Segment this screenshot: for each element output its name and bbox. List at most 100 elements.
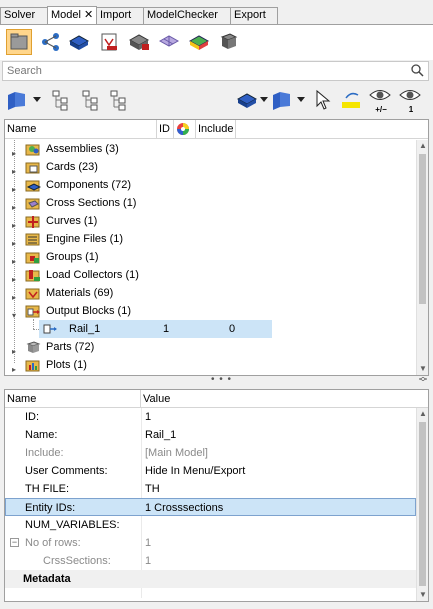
display-mode-icon[interactable] [6,89,28,111]
metadata-section[interactable]: Metadata [5,570,416,588]
chevron-down-icon[interactable] [33,94,43,104]
close-icon[interactable]: ✕ [84,9,93,21]
tree-item-plots[interactable]: ▸ Plots (1) [5,356,415,374]
scroll-thumb[interactable] [419,154,426,304]
tree-item-label: Plots (1) [46,359,87,371]
tree-item-rail-1[interactable]: Rail_1 1 0 [39,320,272,338]
engine-files-icon [25,231,41,247]
search-box [2,61,429,81]
panel-splitter[interactable]: • • • ︿ ﹀ [4,373,429,388]
tree-item-id: 1 [163,323,170,335]
property-crss-sections[interactable]: CrssSections: 1 [5,552,416,570]
chevron-down-icon[interactable] [297,94,307,104]
tree-item-parts[interactable]: ▸ Parts (72) [5,338,415,356]
column-header-value[interactable]: Value [141,390,416,408]
collapse-arrow-icon[interactable]: ▾ [12,307,16,325]
tree-item-label: Cards (23) [46,161,98,173]
property-no-of-rows[interactable]: − No of rows: 1 [5,534,416,552]
collapse-group-icon[interactable]: − [10,538,19,547]
property-value[interactable]: Rail_1 [145,426,176,444]
tree-item-cross-sections[interactable]: ▸ Cross Sections (1) [5,194,415,212]
tree-item-label: Assemblies (3) [46,143,119,155]
tree-item-label: Curves (1) [46,215,98,227]
property-name: Name: [25,429,58,441]
properties-scrollbar[interactable]: ▲ ▼ [416,408,428,601]
component-view-icon[interactable] [68,31,90,53]
scroll-up-icon[interactable]: ▲ [417,140,429,152]
column-header-include[interactable]: Include [196,120,236,139]
display-style-icon[interactable] [271,89,293,111]
tab-bar: Solver Model ✕ Import ModelChecker Export [0,0,433,25]
search-icon[interactable] [411,64,424,80]
tree-scrollbar[interactable]: ▲ ▼ [416,140,428,375]
include-view-icon[interactable] [188,31,210,53]
tab-label: Model [51,9,81,21]
folder-view-icon[interactable] [6,29,32,55]
tab-model[interactable]: Model ✕ [47,6,97,25]
cursor-select-icon[interactable] [313,89,335,111]
tree-item-components[interactable]: ▸ Components (72) [5,176,415,194]
groups-icon [25,249,41,265]
property-value[interactable]: 1 [145,534,151,552]
tree-item-assemblies[interactable]: ▸ Assemblies (3) [5,140,415,158]
tree-item-load-collectors[interactable]: ▸ Load Collectors (1) [5,266,415,284]
output-block-icon [42,321,58,337]
tree-item-label: Components (72) [46,179,131,191]
property-name: NUM_VARIABLES: [25,519,120,531]
column-header-id[interactable]: ID [157,120,174,139]
tab-modelchecker[interactable]: ModelChecker [143,7,231,24]
search-input[interactable] [3,62,403,80]
column-header-name[interactable]: Name [5,390,141,408]
scroll-thumb[interactable] [419,422,426,586]
tree-item-engine-files[interactable]: ▸ Engine Files (1) [5,230,415,248]
highlight-icon[interactable] [340,89,362,111]
property-value[interactable]: [Main Model] [145,444,208,462]
property-value[interactable]: 1 [145,552,151,570]
property-value[interactable]: 1 [145,408,151,426]
tab-import[interactable]: Import [96,7,144,24]
property-user-comments[interactable]: User Comments: Hide In Menu/Export [5,462,416,480]
collapse-panel-icon[interactable]: ︿ ﹀ [419,373,427,387]
assemblies-icon [25,141,41,157]
property-name: TH FILE: [25,483,70,495]
mesh-view-icon[interactable] [158,31,180,53]
show-component-icon[interactable] [236,89,258,111]
scroll-up-icon[interactable]: ▲ [417,408,429,420]
property-name: Entity IDs: [25,502,76,514]
tree-item-groups[interactable]: ▸ Groups (1) [5,248,415,266]
assembly-view-icon[interactable] [218,31,240,53]
column-header-color[interactable] [174,120,196,139]
property-id[interactable]: ID: 1 [5,408,416,426]
eye-toggle-icon[interactable]: +/− [368,87,394,115]
tree-item-output-blocks[interactable]: ▾ Output Blocks (1) [5,302,415,320]
property-value[interactable]: TH [145,480,160,498]
property-entity-ids[interactable]: Entity IDs: 1 Crosssections [5,498,416,516]
tree-connector-line [33,319,34,329]
chevron-down-icon[interactable] [260,94,270,104]
eye-show-icon[interactable]: 1 [398,87,424,115]
collapse-tree-icon[interactable] [80,89,102,111]
tab-label: ModelChecker [147,9,218,21]
tab-solver[interactable]: Solver [0,7,48,24]
tree-item-curves[interactable]: ▸ Curves (1) [5,212,415,230]
flat-tree-icon[interactable] [108,89,130,111]
property-num-variables[interactable]: NUM_VARIABLES: [5,516,416,534]
expand-tree-icon[interactable] [50,89,72,111]
property-value[interactable]: 1 Crosssections [145,499,223,517]
property-value[interactable]: Hide In Menu/Export [145,462,245,480]
property-name-field[interactable]: Name: Rail_1 [5,426,416,444]
column-header-name[interactable]: Name [5,120,157,139]
property-include[interactable]: Include: [Main Model] [5,444,416,462]
property-th-file[interactable]: TH FILE: TH [5,480,416,498]
tree-item-cards[interactable]: ▸ Cards (23) [5,158,415,176]
property-view-icon[interactable] [128,31,150,53]
cross-sections-icon [25,195,41,211]
tree-item-label: Engine Files (1) [46,233,124,245]
material-view-icon[interactable] [98,31,120,53]
hierarchy-icon[interactable] [40,31,62,53]
tree-item-materials[interactable]: ▸ Materials (69) [5,284,415,302]
splitter-grip[interactable]: • • • [211,375,232,385]
view-toolbar: +/− 1 [0,83,433,119]
tab-export[interactable]: Export [230,7,278,24]
scroll-down-icon[interactable]: ▼ [417,589,429,601]
